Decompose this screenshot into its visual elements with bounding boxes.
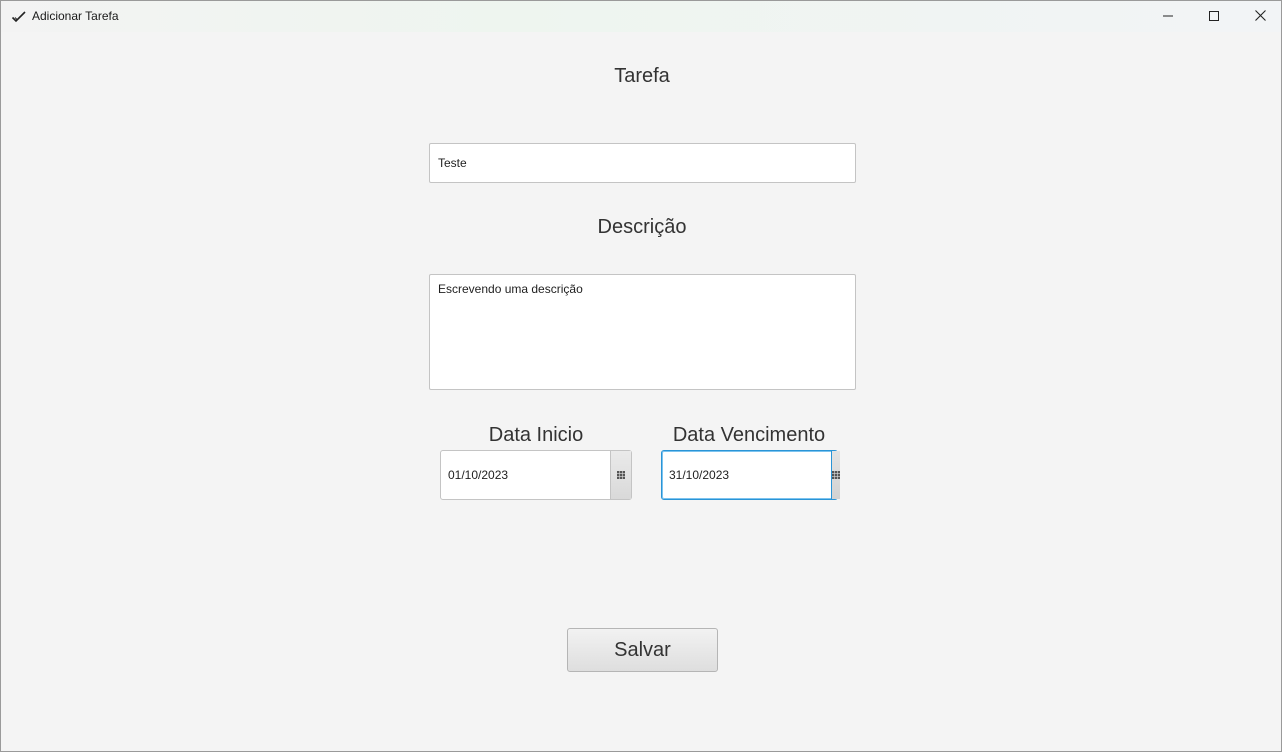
minimize-icon [1163, 8, 1173, 26]
calendar-icon [617, 466, 625, 484]
due-date-heading: Data Vencimento [672, 424, 826, 446]
maximize-icon [1209, 8, 1219, 26]
start-date-heading: Data Inicio [488, 424, 584, 446]
title-bar[interactable]: Adicionar Tarefa [1, 1, 1281, 32]
description-heading: Descrição [597, 216, 687, 238]
task-heading: Tarefa [614, 65, 670, 87]
description-textarea[interactable]: Escrevendo uma descrição [429, 274, 856, 390]
window-title: Adicionar Tarefa [32, 9, 119, 23]
checkmark-icon [11, 9, 27, 25]
calendar-icon [832, 466, 840, 484]
start-date-calendar-button[interactable] [610, 451, 631, 499]
due-date-picker [661, 450, 840, 500]
save-button[interactable]: Salvar [567, 628, 718, 672]
minimize-button[interactable] [1145, 1, 1191, 32]
app-window: Adicionar Tarefa Tarefa Descrição Escrev… [0, 0, 1282, 752]
start-date-input[interactable] [441, 451, 610, 499]
maximize-button[interactable] [1191, 1, 1237, 32]
start-date-picker [440, 450, 632, 500]
due-date-input[interactable] [662, 451, 831, 499]
close-button[interactable] [1237, 1, 1282, 32]
close-icon [1254, 8, 1266, 26]
task-input[interactable] [429, 143, 856, 183]
due-date-calendar-button[interactable] [831, 451, 840, 499]
